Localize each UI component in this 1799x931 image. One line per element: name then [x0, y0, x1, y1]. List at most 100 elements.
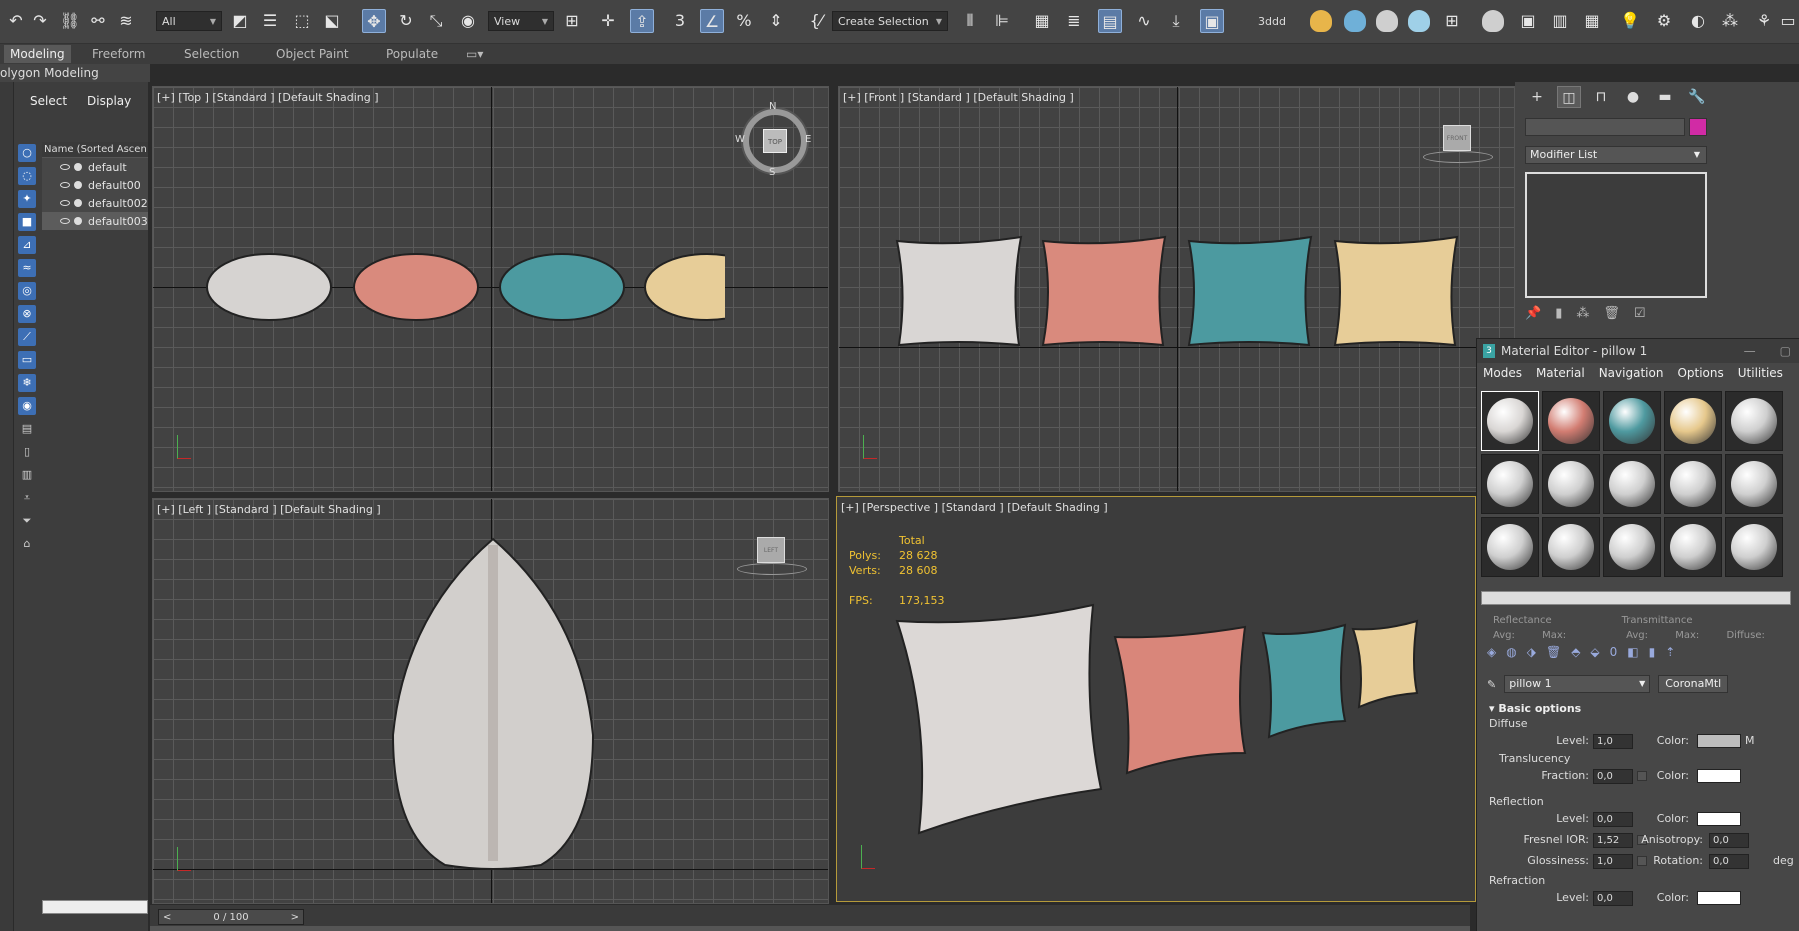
- cameras-filter-icon[interactable]: ■: [18, 213, 36, 231]
- time-slider-handle[interactable]: < 0 / 100 >: [158, 909, 304, 925]
- hierarchy-icon[interactable]: ⊓: [1589, 86, 1613, 108]
- select-move-icon[interactable]: ✥: [362, 8, 386, 34]
- viewport-label[interactable]: [+] [Perspective ] [Standard ] [Default …: [841, 501, 1108, 514]
- select-manipulate-icon[interactable]: ✛: [596, 8, 620, 34]
- material-editor-icon[interactable]: ▣: [1200, 8, 1224, 34]
- anisotropy-spinner[interactable]: 0,0: [1709, 833, 1749, 848]
- material-slot[interactable]: [1725, 391, 1783, 451]
- scene-explorer-icon[interactable]: ▦: [1030, 8, 1054, 34]
- viewport-label[interactable]: [+] [Front ] [Standard ] [Default Shadin…: [843, 91, 1074, 104]
- select-scale-icon[interactable]: ⤡: [424, 8, 448, 34]
- menu-utilities[interactable]: Utilities: [1738, 366, 1783, 380]
- viewcube[interactable]: FRONT: [1443, 125, 1471, 151]
- corona-teapot-icon[interactable]: [1482, 8, 1504, 34]
- viewcube-ring[interactable]: [1423, 151, 1493, 163]
- explorer-scrollbar[interactable]: [42, 900, 148, 914]
- material-slot[interactable]: [1603, 454, 1661, 514]
- list-item[interactable]: default002: [42, 194, 148, 212]
- modifier-list-dropdown[interactable]: Modifier List ▼: [1525, 146, 1707, 164]
- front-pillows[interactable]: [893, 233, 1463, 349]
- show-end-result-icon[interactable]: ▮: [1555, 306, 1562, 321]
- more-icon[interactable]: ▭: [1776, 8, 1799, 34]
- viewcube[interactable]: TOP: [763, 129, 787, 153]
- viewcube-ring[interactable]: [737, 563, 807, 575]
- tab-freeform[interactable]: Freeform: [86, 45, 151, 63]
- viewport-top[interactable]: [+] [Top ] [Standard ] [Default Shading …: [152, 86, 829, 492]
- maximize-icon[interactable]: ▢: [1780, 344, 1791, 358]
- material-slot[interactable]: [1481, 391, 1539, 451]
- material-id-icon[interactable]: 0: [1610, 645, 1618, 659]
- go-to-parent-icon[interactable]: ⇡: [1665, 645, 1675, 659]
- render-production-icon[interactable]: [1376, 8, 1398, 34]
- diffuse-color-swatch[interactable]: [1697, 734, 1741, 748]
- viewcube-compass[interactable]: TOP: [743, 109, 807, 173]
- assign-to-selection-icon[interactable]: ⬗: [1527, 645, 1536, 659]
- render-dot-icon[interactable]: [74, 199, 82, 207]
- ribbon-subpanel[interactable]: olygon Modeling: [0, 64, 150, 82]
- put-to-scene-icon[interactable]: ◍: [1506, 645, 1516, 659]
- translucency-color-swatch[interactable]: [1697, 769, 1741, 783]
- pin-stack-icon[interactable]: 📌: [1525, 306, 1541, 321]
- spinner-snap-icon[interactable]: ⇕: [764, 8, 788, 34]
- tab-modeling[interactable]: Modeling: [4, 45, 71, 63]
- material-slot[interactable]: [1542, 454, 1600, 514]
- material-name-dropdown[interactable]: pillow 1 ▼: [1504, 675, 1651, 693]
- menu-options[interactable]: Options: [1677, 366, 1723, 380]
- rect-selection-icon[interactable]: ⬚: [290, 8, 314, 34]
- material-slot[interactable]: [1664, 454, 1722, 514]
- make-unique-icon[interactable]: ⬘: [1571, 645, 1580, 659]
- tab-object-paint[interactable]: Object Paint: [270, 45, 355, 63]
- ribbon-options-icon[interactable]: ▭▾: [460, 45, 489, 63]
- filter-icon[interactable]: ⏷: [18, 512, 36, 530]
- motion-icon[interactable]: ●: [1621, 86, 1645, 108]
- material-slot[interactable]: [1603, 391, 1661, 451]
- hidden-filter-icon[interactable]: ◉: [18, 397, 36, 415]
- select-rotate-icon[interactable]: ↻: [394, 8, 418, 34]
- menu-material[interactable]: Material: [1536, 366, 1585, 380]
- explorer-tab-select[interactable]: Select: [30, 94, 67, 108]
- edit-named-selection-icon[interactable]: {⁄: [804, 8, 828, 34]
- eye-icon[interactable]: [60, 200, 70, 206]
- refraction-color-swatch[interactable]: [1697, 891, 1741, 905]
- minimize-icon[interactable]: —: [1744, 344, 1756, 358]
- viewport-label[interactable]: [+] [Top ] [Standard ] [Default Shading …: [157, 91, 379, 104]
- column-header-name[interactable]: Name (Sorted Ascen: [42, 142, 148, 158]
- display-none-icon[interactable]: ▯: [18, 443, 36, 461]
- fresnel-ior-spinner[interactable]: 1,52: [1593, 833, 1633, 848]
- redo-icon[interactable]: ↷: [28, 8, 52, 34]
- eye-icon[interactable]: [60, 164, 70, 170]
- geometry-filter-icon[interactable]: ○: [18, 144, 36, 162]
- perspective-pillows[interactable]: [893, 603, 1433, 843]
- mirror-icon[interactable]: ⫴: [958, 8, 982, 34]
- object-name-field[interactable]: [1525, 118, 1685, 136]
- material-slot[interactable]: [1725, 454, 1783, 514]
- render-dot-icon[interactable]: [74, 181, 82, 189]
- basic-options-rollout[interactable]: ▾ Basic options: [1489, 701, 1799, 717]
- get-material-icon[interactable]: ◈: [1487, 645, 1496, 659]
- tab-populate[interactable]: Populate: [380, 45, 444, 63]
- list-item[interactable]: default00: [42, 176, 148, 194]
- track-bar[interactable]: [150, 926, 1470, 931]
- left-pillow[interactable]: [381, 535, 605, 871]
- modifier-stack[interactable]: [1525, 172, 1707, 298]
- proxy-icon[interactable]: ⚘: [1752, 8, 1776, 34]
- xrefs-filter-icon[interactable]: ⊗: [18, 305, 36, 323]
- put-to-library-icon[interactable]: ⬙: [1590, 645, 1599, 659]
- prev-frame-button[interactable]: <: [163, 912, 171, 923]
- modify-icon[interactable]: ◫: [1557, 86, 1581, 108]
- explorer-tab-display[interactable]: Display: [87, 94, 131, 108]
- top-pillows[interactable]: [205, 247, 725, 329]
- bones-filter-icon[interactable]: ⟋: [18, 328, 36, 346]
- snap-toggle-icon[interactable]: 3: [668, 8, 692, 34]
- lights-filter-icon[interactable]: ✦: [18, 190, 36, 208]
- material-slot[interactable]: [1481, 454, 1539, 514]
- viewcube[interactable]: LEFT: [757, 537, 785, 563]
- list-item[interactable]: default: [42, 158, 148, 176]
- render-dot-icon[interactable]: [74, 217, 82, 225]
- material-slot[interactable]: [1542, 517, 1600, 577]
- render-iterative-icon[interactable]: [1408, 8, 1430, 34]
- material-slot[interactable]: [1664, 391, 1722, 451]
- angle-snap-icon[interactable]: ∠: [700, 8, 724, 34]
- align-icon[interactable]: ⊫: [990, 8, 1014, 34]
- menu-modes[interactable]: Modes: [1483, 366, 1522, 380]
